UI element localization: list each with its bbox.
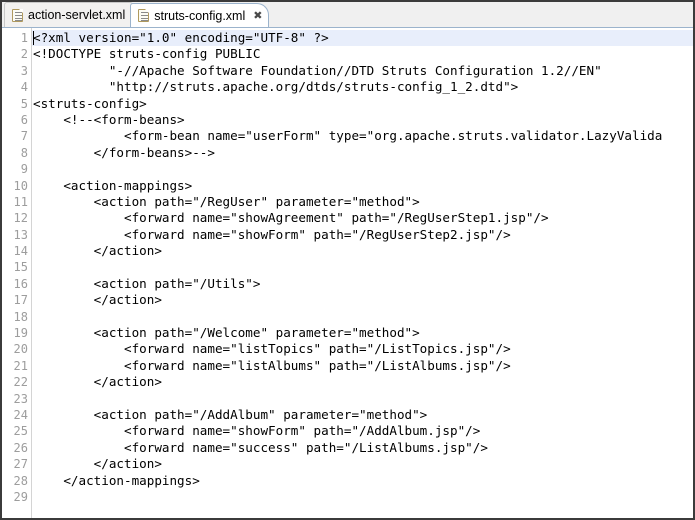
line-number: 27 [13,457,28,472]
code-line[interactable]: </action-mappings> [32,473,693,489]
close-icon[interactable]: ✖ [253,10,262,21]
line-number: 28 [13,473,28,488]
code-line[interactable]: </action> [32,456,693,472]
line-number: 26 [13,440,28,455]
line-number: 5 [20,96,28,111]
line-number: 14 [13,244,28,259]
line-number: 19 [13,326,28,341]
code-line[interactable]: "http://struts.apache.org/dtds/struts-co… [32,79,693,95]
code-line[interactable]: </action> [32,374,693,390]
code-line[interactable]: <struts-config> [32,96,693,112]
line-number: 12 [13,211,28,226]
editor-tab-label: action-servlet.xml [28,8,126,22]
code-text-area[interactable]: <?xml version="1.0" encoding="UTF-8" ?> <… [32,28,693,518]
line-number: 11 [13,194,28,209]
line-number: 22 [13,375,28,390]
editor-tab-bar: action-servlet.xml struts-config.xml ✖ [2,2,693,28]
line-number: 16 [13,276,28,291]
line-number: 3 [20,63,28,78]
code-line[interactable]: <!DOCTYPE struts-config PUBLIC [32,46,693,62]
code-line[interactable] [32,309,693,325]
code-line[interactable]: </form-beans>--> [32,145,693,161]
code-line[interactable]: <forward name="showForm" path="/AddAlbum… [32,423,693,439]
xml-document-icon [12,8,23,22]
line-number: 10 [13,178,28,193]
code-line[interactable]: <forward name="listAlbums" path="/ListAl… [32,358,693,374]
code-line[interactable]: "-//Apache Software Foundation//DTD Stru… [32,63,693,79]
code-line[interactable]: <form-bean name="userForm" type="org.apa… [32,128,693,144]
line-number: 24 [13,407,28,422]
line-number: 29 [13,489,28,504]
line-number: 7 [20,129,28,144]
code-line[interactable]: <forward name="showForm" path="/RegUserS… [32,227,693,243]
line-number-gutter: 1 2 3 4 5 6 7 8 9 10 11 12 13 14 15 16 17 18 19 20 21 22 23 24 2… [2,28,32,518]
editor-tab-action-servlet[interactable]: action-servlet.xml [4,2,137,27]
line-number: 20 [13,342,28,357]
line-number: 13 [13,227,28,242]
code-line[interactable]: <action path="/AddAlbum" parameter="meth… [32,407,693,423]
code-line[interactable]: <forward name="listTopics" path="/ListTo… [32,341,693,357]
line-number: 8 [20,145,28,160]
code-editor[interactable]: 1 2 3 4 5 6 7 8 9 10 11 12 13 14 15 16 17 18 19 20 21 22 23 24 2… [2,28,693,518]
xml-document-icon [138,9,150,22]
code-line[interactable]: <!--<form-beans> [32,112,693,128]
line-number: 18 [13,309,28,324]
line-number: 1 [20,31,28,45]
line-number: 15 [13,260,28,275]
text-caret [33,31,34,45]
line-number: 4 [20,80,28,95]
code-line[interactable]: <forward name="showAgreement" path="/Reg… [32,210,693,226]
code-line[interactable]: <action path="/Welcome" parameter="metho… [32,325,693,341]
code-line[interactable] [32,259,693,275]
code-line[interactable]: <action path="/Utils"> [32,276,693,292]
code-line[interactable] [32,391,693,407]
code-line[interactable]: <action-mappings> [32,178,693,194]
code-line[interactable]: </action> [32,243,693,259]
line-number: 2 [20,47,28,62]
code-line[interactable] [32,489,693,505]
code-line[interactable]: <?xml version="1.0" encoding="UTF-8" ?> [32,30,693,47]
code-line[interactable]: </action> [32,292,693,308]
editor-tab-struts-config[interactable]: struts-config.xml ✖ [130,3,270,27]
code-line[interactable]: <forward name="success" path="/ListAlbum… [32,440,693,456]
line-number: 23 [13,391,28,406]
code-line[interactable] [32,161,693,177]
editor-window: action-servlet.xml struts-config.xml ✖ 1… [0,0,695,520]
editor-tab-label: struts-config.xml [154,8,246,23]
code-line[interactable]: <action path="/RegUser" parameter="metho… [32,194,693,210]
line-number: 9 [20,162,28,177]
line-number: 21 [13,358,28,373]
line-number: 25 [13,424,28,439]
line-number: 17 [13,293,28,308]
line-number: 6 [20,112,28,127]
